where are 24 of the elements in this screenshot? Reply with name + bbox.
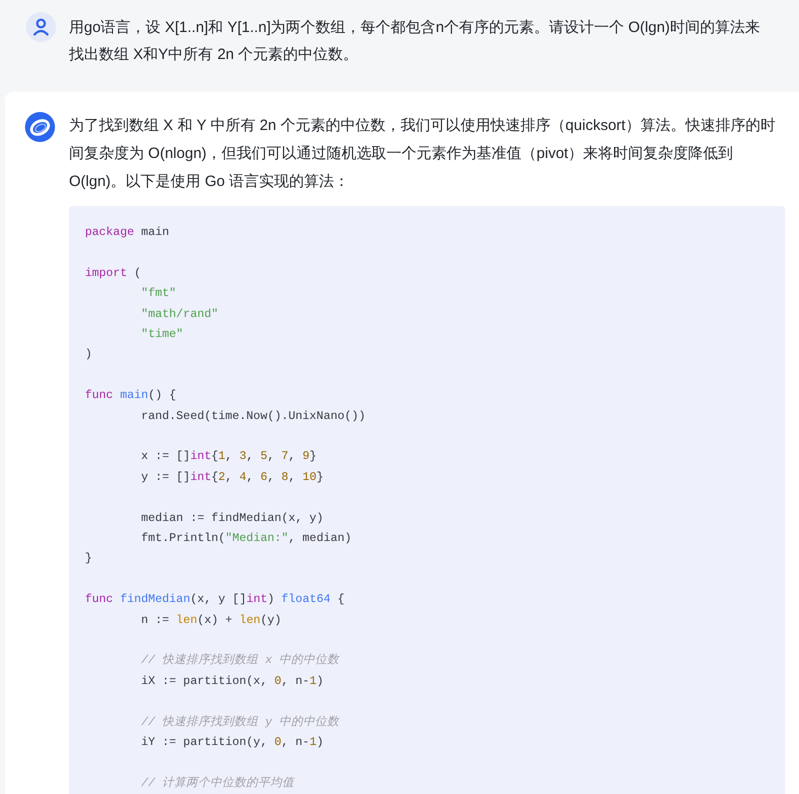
message-text: 用go语言，设 X[1..n]和 Y[1..n]为两个数组，每个都包含n个有序的元素。请设计一个 O(lgn)时间的算法来找出数组 X和Y中所有 2n 个元素的中位数。	[69, 18, 761, 65]
code-line: )	[85, 346, 92, 364]
code-line: rand.Seed(time.Now().UnixNano())	[141, 408, 366, 425]
code-line: n := len(x) + len(y)	[141, 612, 282, 629]
message-text: 为了找到数组 X 和 Y 中所有 2n 个元素的中位数，我们可以使用快速排序（quicksort）算法。快速排序的时间复杂度为 O(nlogn)，但我们可以通过随机选取一个元素作为基准值（pivot）来将时间复杂度降低到O(lgn)。以下是使用 Go 语言实现的算法：	[69, 116, 776, 192]
code-line: fmt.Println("Median:", median)	[141, 530, 352, 548]
code-line: "fmt"	[141, 285, 176, 302]
code-line: iX := partition(x, 0, n-1)	[141, 672, 324, 690]
code-line: func findMedian(x, y []int) float64 {	[85, 591, 345, 608]
code-line: func main() {	[85, 387, 176, 404]
code-line: x := []int{1, 3, 5, 7, 9}	[141, 448, 316, 466]
logo-icon	[25, 112, 55, 142]
code-line: // 快速排序找到数组 x 中的中位数	[141, 652, 340, 670]
code-line: iY := partition(y, 0, n-1)	[141, 734, 324, 752]
code-line: }	[85, 550, 92, 568]
code-line: "time"	[141, 326, 184, 344]
code-line: // 快速排序找到数组 y 中的中位数	[141, 714, 340, 731]
avatar-icon	[26, 12, 56, 42]
code-line: y := []int{2, 4, 6, 8, 10}	[141, 468, 324, 486]
code-line: import (	[85, 264, 142, 282]
code-line: // 计算两个中位数的平均值	[141, 774, 294, 792]
code-line: median := findMedian(x, y)	[141, 510, 324, 527]
code-line: package main	[85, 224, 170, 241]
code-line: "math/rand"	[141, 306, 218, 323]
